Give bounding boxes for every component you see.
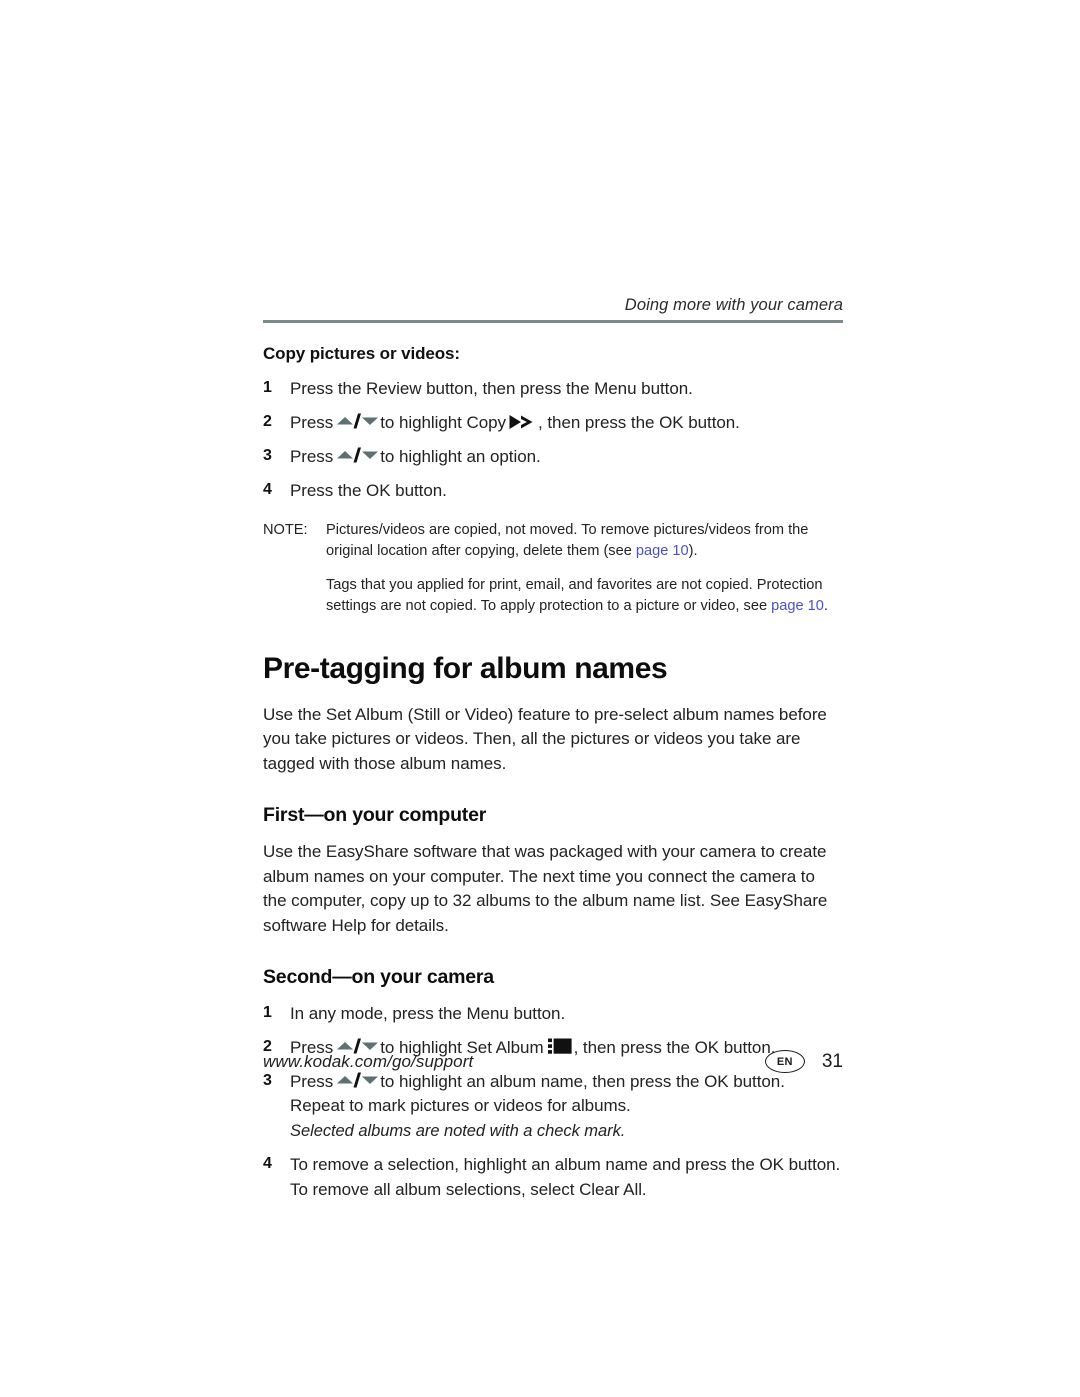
section-heading-first: First—on your computer [263, 804, 487, 827]
step-number: 3 [263, 1072, 272, 1090]
list-item: 4 To remove a selection, highlight an al… [263, 1153, 843, 1201]
page-content: Doing more with your camera Copy picture… [263, 296, 843, 1212]
step-text: Press the OK button. [290, 481, 447, 501]
footer-right-group: EN 31 [764, 1050, 843, 1073]
page-10-link[interactable]: page 10 [636, 543, 689, 559]
page-title: Pre-tagging for album names [263, 651, 668, 685]
copy-fast-forward-icon [509, 414, 535, 430]
header-rule [263, 320, 843, 323]
updown-arrows-icon [336, 447, 379, 463]
step-number: 4 [263, 1155, 272, 1173]
manual-page: Doing more with your camera Copy picture… [0, 0, 1080, 1397]
step-text: Press [290, 1072, 334, 1092]
copy-section-lead: Copy pictures or videos: [263, 344, 460, 363]
step-text-mid: to highlight an option. [380, 447, 541, 467]
page-10-link[interactable]: page 10 [771, 598, 824, 614]
step-text-after: , then press the OK button. [538, 413, 740, 433]
page-footer: www.kodak.com/go/support EN 31 [263, 1050, 843, 1073]
step-text: Press [290, 413, 334, 433]
note-paragraph-2: Tags that you applied for print, email, … [326, 575, 843, 618]
step-text: Press [290, 447, 334, 467]
note-text: Tags that you applied for print, email, … [326, 577, 823, 615]
step-text: Press the Review button, then press the … [290, 379, 693, 398]
step-number: 1 [263, 379, 272, 396]
step-number: 2 [263, 413, 272, 431]
list-item: 2 Press to highlight Copy , then press t… [263, 411, 843, 435]
note-text-tail: ). [688, 542, 698, 559]
selected-albums-note: Selected albums are noted with a check m… [290, 1122, 626, 1141]
step-text-mid: to highlight Copy [380, 413, 507, 433]
step-text: To remove a selection, highlight an albu… [290, 1155, 841, 1199]
step-number: 3 [263, 447, 272, 465]
note-text: Pictures/videos are copied, not moved. T… [326, 521, 809, 559]
note-label: NOTE: [263, 521, 308, 538]
step-number: 4 [263, 481, 272, 499]
updown-arrows-icon [336, 413, 379, 429]
note-block: NOTE: Pictures/videos are copied, not mo… [263, 520, 843, 618]
language-badge: EN [764, 1050, 805, 1073]
support-url[interactable]: www.kodak.com/go/support [263, 1052, 473, 1072]
list-item: 1 In any mode, press the Menu button. [263, 1002, 843, 1026]
list-item: 1 Press the Review button, then press th… [263, 377, 843, 401]
note-text-tail: . [823, 598, 828, 615]
section-heading-second: Second—on your camera [263, 965, 494, 988]
updown-arrows-icon [336, 1072, 379, 1088]
step-number: 1 [263, 1003, 272, 1021]
first-section-body: Use the EasyShare software that was pack… [263, 842, 828, 935]
running-header-title: Doing more with your camera [624, 296, 843, 314]
list-item: 3 Press to highlight an option. [263, 445, 843, 469]
step-text: In any mode, press the Menu button. [290, 1003, 566, 1023]
note-paragraph-1: Pictures/videos are copied, not moved. T… [326, 520, 843, 563]
list-item: 3 Press to highlight an album name, then… [263, 1070, 843, 1118]
intro-paragraph: Use the Set Album (Still or Video) featu… [263, 704, 827, 773]
copy-steps-list: 1 Press the Review button, then press th… [263, 377, 843, 504]
page-number: 31 [821, 1050, 843, 1072]
list-item: 4 Press the OK button. [263, 479, 843, 503]
camera-steps-list: 1 In any mode, press the Menu button. 2 … [263, 1002, 843, 1202]
